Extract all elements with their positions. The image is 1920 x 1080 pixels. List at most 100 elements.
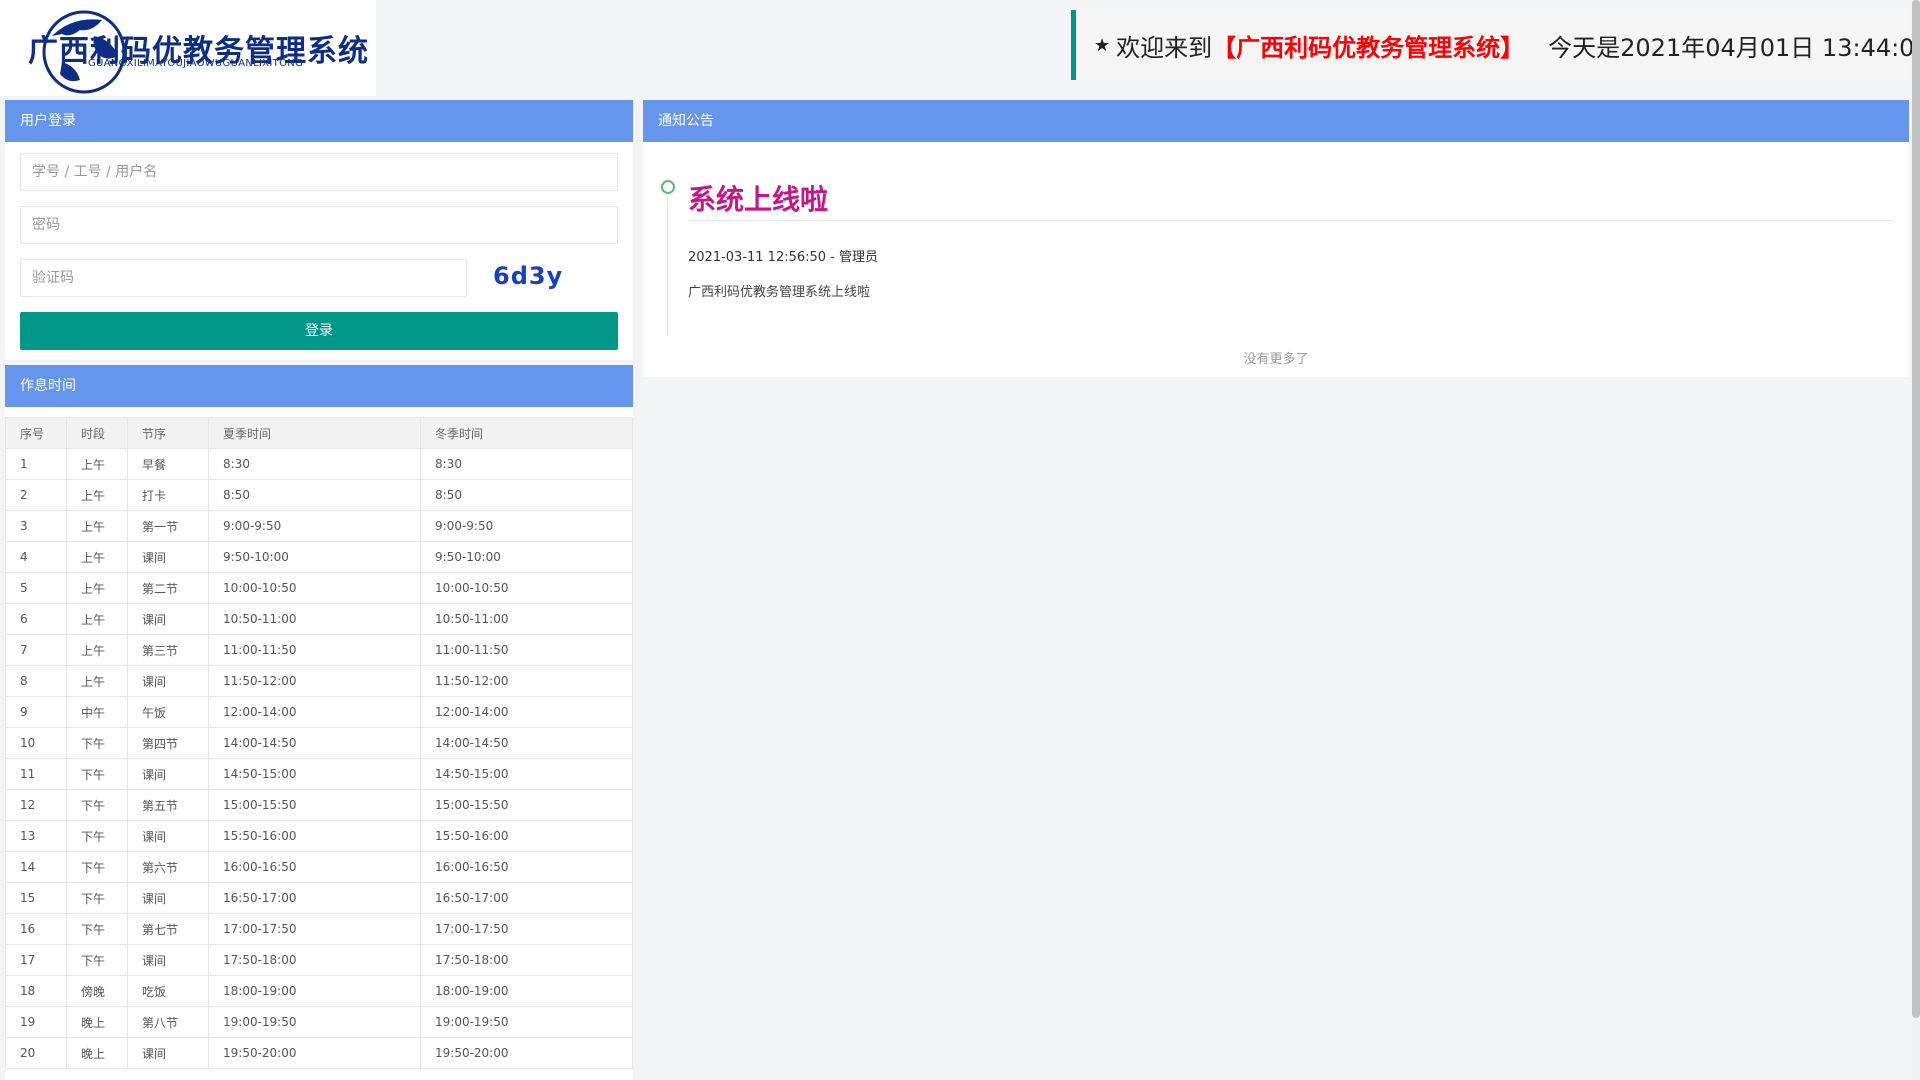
table-cell: 20 [5, 1037, 67, 1069]
table-cell: 下午 [66, 851, 128, 883]
page-scrollbar[interactable] [1912, 0, 1920, 1080]
password-input[interactable]: 密码 [20, 206, 618, 244]
table-cell: 下午 [66, 820, 128, 852]
logo: 广西利码优教务管理系统 GUANGXILIMAYOUJIAOWUGUANLIXI… [0, 0, 376, 96]
table-cell: 第七节 [127, 913, 209, 945]
notice-item-meta: 2021-03-11 12:56:50 - 管理员 [688, 250, 879, 265]
table-row: 3 上午 第一节 9:00-9:50 9:00-9:50 [5, 510, 633, 542]
username-input[interactable]: 学号 / 工号 / 用户名 [20, 153, 618, 191]
table-cell: 19:00-19:50 [420, 1006, 633, 1038]
table-cell: 10:00-10:50 [208, 572, 421, 604]
table-cell: 13 [5, 820, 67, 852]
table-cell: 上午 [66, 479, 128, 511]
table-cell: 4 [5, 541, 67, 573]
table-cell: 14 [5, 851, 67, 883]
table-row: 7 上午 第三节 11:00-11:50 11:00-11:50 [5, 634, 633, 666]
table-cell: 上午 [66, 665, 128, 697]
table-row: 19 晚上 第八节 19:00-19:50 19:00-19:50 [5, 1006, 633, 1038]
table-cell: 14:00-14:50 [420, 727, 633, 759]
table-cell: 15:00-15:50 [420, 789, 633, 821]
schedule-table: 序号 时段 节序 夏季时间 冬季时间 1 上午 早餐 8:30 8:30 2 上午 打卡 8:5… [5, 417, 633, 1069]
table-cell: 10:50-11:00 [420, 603, 633, 635]
table-cell: 19:00-19:50 [208, 1006, 421, 1038]
table-row: 5 上午 第二节 10:00-10:50 10:00-10:50 [5, 572, 633, 604]
table-cell: 课间 [127, 603, 209, 635]
table-cell: 上午 [66, 603, 128, 635]
schedule-header-row: 序号 时段 节序 夏季时间 冬季时间 [5, 417, 633, 449]
table-cell: 课间 [127, 882, 209, 914]
notice-item-body: 广西利码优教务管理系统上线啦 [688, 285, 871, 300]
table-cell: 下午 [66, 789, 128, 821]
notice-item-title[interactable]: 系统上线啦 [688, 178, 828, 218]
login-panel-title: 用户登录 [5, 100, 633, 142]
table-cell: 2 [5, 479, 67, 511]
login-panel: 用户登录 学号 / 工号 / 用户名 密码 验证码 6d3y 登录 [5, 100, 633, 360]
table-cell: 17 [5, 944, 67, 976]
table-cell: 8:50 [420, 479, 633, 511]
table-row: 6 上午 课间 10:50-11:00 10:50-11:00 [5, 603, 633, 635]
table-cell: 课间 [127, 820, 209, 852]
table-cell: 18:00-19:00 [208, 975, 421, 1007]
table-cell: 上午 [66, 541, 128, 573]
table-cell: 9:00-9:50 [420, 510, 633, 542]
table-row: 14 下午 第六节 16:00-16:50 16:00-16:50 [5, 851, 633, 883]
table-cell: 第四节 [127, 727, 209, 759]
table-cell: 10:00-10:50 [420, 572, 633, 604]
table-cell: 19 [5, 1006, 67, 1038]
table-cell: 下午 [66, 944, 128, 976]
table-cell: 14:50-15:00 [420, 758, 633, 790]
table-cell: 19:50-20:00 [420, 1037, 633, 1069]
table-row: 17 下午 课间 17:50-18:00 17:50-18:00 [5, 944, 633, 976]
table-cell: 第六节 [127, 851, 209, 883]
table-cell: 10:50-11:00 [208, 603, 421, 635]
welcome-prefix: 欢迎来到 [1116, 33, 1213, 62]
login-button[interactable]: 登录 [20, 312, 618, 350]
table-cell: 16:50-17:00 [208, 882, 421, 914]
table-cell: 10 [5, 727, 67, 759]
no-more-text: 没有更多了 [1243, 352, 1309, 367]
table-row: 20 晚上 课间 19:50-20:00 19:50-20:00 [5, 1037, 633, 1069]
table-cell: 上午 [66, 510, 128, 542]
table-cell: 第八节 [127, 1006, 209, 1038]
table-cell: 下午 [66, 758, 128, 790]
table-cell: 下午 [66, 913, 128, 945]
table-cell: 8:50 [208, 479, 421, 511]
table-row: 1 上午 早餐 8:30 8:30 [5, 448, 633, 480]
column-header: 夏季时间 [208, 417, 421, 449]
star-icon: ★ [1094, 34, 1111, 56]
schedule-table-body: 1 上午 早餐 8:30 8:30 2 上午 打卡 8:50 8:50 3 上午 第一节 9:00-9:5… [5, 448, 633, 1069]
table-cell: 上午 [66, 572, 128, 604]
notice-divider [688, 220, 1893, 221]
table-cell: 15:50-16:00 [208, 820, 421, 852]
notice-panel: 通知公告 系统上线啦 2021-03-11 12:56:50 - 管理员 广西利… [643, 100, 1909, 377]
captcha-input[interactable]: 验证码 [20, 259, 467, 297]
table-cell: 17:00-17:50 [208, 913, 421, 945]
welcome-banner: ★ 欢迎来到 【广西利码优教务管理系统】 今天是2021年04月01日 13:4… [1071, 10, 1920, 80]
column-header: 冬季时间 [420, 417, 633, 449]
notice-panel-title: 通知公告 [643, 100, 1909, 142]
table-cell: 17:50-18:00 [420, 944, 633, 976]
table-cell: 15:00-15:50 [208, 789, 421, 821]
table-cell: 12 [5, 789, 67, 821]
table-cell: 18 [5, 975, 67, 1007]
table-row: 10 下午 第四节 14:00-14:50 14:00-14:50 [5, 727, 633, 759]
table-cell: 上午 [66, 634, 128, 666]
table-cell: 课间 [127, 944, 209, 976]
table-cell: 16 [5, 913, 67, 945]
table-cell: 晚上 [66, 1006, 128, 1038]
scrollbar-thumb[interactable] [1912, 0, 1920, 1018]
table-row: 16 下午 第七节 17:00-17:50 17:00-17:50 [5, 913, 633, 945]
table-row: 12 下午 第五节 15:00-15:50 15:00-15:50 [5, 789, 633, 821]
table-cell: 11 [5, 758, 67, 790]
column-header: 节序 [127, 417, 209, 449]
table-cell: 15 [5, 882, 67, 914]
table-cell: 15:50-16:00 [420, 820, 633, 852]
table-cell: 17:00-17:50 [420, 913, 633, 945]
table-row: 4 上午 课间 9:50-10:00 9:50-10:00 [5, 541, 633, 573]
table-cell: 17:50-18:00 [208, 944, 421, 976]
table-cell: 16:50-17:00 [420, 882, 633, 914]
table-cell: 1 [5, 448, 67, 480]
table-cell: 18:00-19:00 [420, 975, 633, 1007]
captcha-image[interactable]: 6d3y [493, 262, 563, 290]
table-cell: 第二节 [127, 572, 209, 604]
